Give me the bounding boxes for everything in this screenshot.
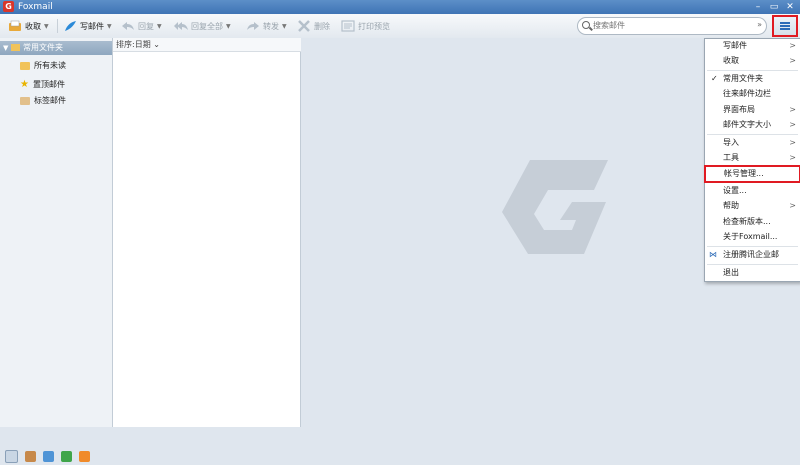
checkmark-icon: ✓ [711, 74, 718, 83]
reply-button[interactable]: 回复 ▼ [121, 18, 162, 34]
sidebar-item-unread[interactable]: 所有未读 [20, 59, 66, 73]
menu-item-font-size[interactable]: 邮件文字大小 > [705, 118, 800, 132]
main-menu-dropdown: 写邮件 > 收取 > ✓ 常用文件夹 往来邮件边栏 界面布局 > 邮件文字大小 … [704, 38, 800, 282]
forward-arrow-icon [246, 20, 260, 32]
mail-list-pane: 排序:日期 ⌄ [113, 38, 303, 427]
compose-button[interactable]: 写邮件 ▼ [63, 18, 112, 34]
menu-list-icon [780, 22, 790, 30]
foxmail-logo-icon: G [3, 1, 14, 12]
calendar-icon[interactable] [43, 450, 54, 462]
menu-divider [707, 70, 798, 71]
sidebar-bottom-bar [0, 447, 117, 465]
star-icon: ★ [20, 79, 29, 90]
tag-folder-icon [20, 97, 30, 105]
chevron-down-icon[interactable]: ▼ [282, 23, 287, 30]
reply-label: 回复 [138, 21, 154, 31]
menu-item-compose[interactable]: 写邮件 > [705, 39, 800, 53]
search-box[interactable]: » [577, 17, 767, 35]
menu-item-common-folders[interactable]: ✓ 常用文件夹 [705, 72, 800, 86]
chevron-right-icon: > [789, 41, 796, 50]
menu-item-about[interactable]: 关于Foxmail... [705, 230, 800, 244]
chevron-right-icon: > [789, 120, 796, 129]
sidebar-item-label: 置顶邮件 [32, 80, 65, 89]
menu-item-import[interactable]: 导入 > [705, 136, 800, 150]
feather-pen-icon [63, 20, 77, 32]
folder-sidebar: ▼ 常用文件夹 所有未读 ★ 置顶邮件 标签邮件 [0, 38, 113, 463]
receive-button[interactable]: 收取 ▼ [8, 18, 49, 34]
notes-icon[interactable] [61, 450, 72, 462]
reply-all-label: 回复全部 [191, 21, 223, 31]
search-icon [582, 21, 590, 29]
menu-item-register-enterprise[interactable]: ⋈ 注册腾讯企业邮 [705, 248, 800, 262]
forward-label: 转发 [263, 21, 279, 31]
delete-x-icon [297, 20, 311, 32]
reply-all-arrow-icon [174, 20, 188, 32]
sort-label: 排序:日期 [116, 40, 151, 49]
menu-item-account-management[interactable]: 帐号管理... [704, 165, 800, 183]
chevron-down-icon[interactable]: ▼ [44, 23, 49, 30]
chevron-down-icon[interactable]: ▼ [226, 23, 231, 30]
chevron-right-icon: > [789, 56, 796, 65]
menu-divider [707, 264, 798, 265]
inbox-tray-icon [8, 20, 22, 32]
maximize-icon[interactable]: ▭ [768, 1, 780, 13]
menu-item-help[interactable]: 帮助 > [705, 199, 800, 213]
contacts-icon[interactable] [25, 450, 36, 462]
tencent-logo-icon: ⋈ [709, 250, 717, 259]
compose-label: 写邮件 [80, 21, 104, 31]
delete-label: 删除 [314, 21, 330, 31]
folder-icon [11, 44, 20, 51]
receive-label: 收取 [25, 21, 41, 31]
print-preview-icon [341, 20, 355, 32]
sidebar-item-pinned[interactable]: ★ 置顶邮件 [20, 78, 65, 92]
sort-selector[interactable]: 排序:日期 ⌄ [113, 38, 303, 52]
chevron-right-icon: > [789, 105, 796, 114]
chevron-down-icon: ⌄ [153, 40, 160, 49]
sidebar-item-tagged[interactable]: 标签邮件 [20, 94, 66, 108]
chevron-down-icon[interactable]: ▼ [107, 23, 112, 30]
menu-item-layout[interactable]: 界面布局 > [705, 103, 800, 117]
search-input[interactable] [593, 19, 743, 31]
delete-button[interactable]: 删除 [297, 18, 330, 34]
menu-divider [707, 246, 798, 247]
print-preview-label: 打印预览 [358, 21, 390, 31]
toolbar-divider [57, 19, 58, 33]
menu-item-receive[interactable]: 收取 > [705, 54, 800, 68]
window-title: Foxmail [18, 2, 53, 12]
folder-group-header[interactable]: ▼ 常用文件夹 [0, 41, 112, 55]
menu-item-check-update[interactable]: 检查新版本... [705, 215, 800, 229]
minimize-icon[interactable]: – [752, 1, 764, 13]
mail-icon[interactable] [5, 449, 18, 463]
chevron-right-icon: > [789, 201, 796, 210]
folder-icon [20, 62, 30, 70]
folder-group-label: 常用文件夹 [23, 43, 63, 52]
menu-item-tools[interactable]: 工具 > [705, 151, 800, 165]
rss-icon[interactable] [79, 450, 90, 462]
chevron-right-icon: > [789, 138, 796, 147]
menu-divider [707, 134, 798, 135]
sidebar-item-label: 所有未读 [34, 61, 66, 70]
print-preview-button[interactable]: 打印预览 [341, 18, 390, 34]
foxmail-watermark-icon [502, 160, 608, 254]
menu-item-contact-sidebar[interactable]: 往来邮件边栏 [705, 87, 800, 101]
chevron-down-icon[interactable]: ▼ [157, 23, 162, 30]
main-menu-button[interactable] [772, 15, 798, 37]
menu-item-exit[interactable]: 退出 [705, 266, 800, 280]
chevron-double-down-icon[interactable]: » [757, 20, 762, 29]
forward-button[interactable]: 转发 ▼ [246, 18, 287, 34]
menu-item-settings[interactable]: 设置... [705, 184, 800, 198]
sidebar-item-label: 标签邮件 [34, 96, 66, 105]
reply-all-button[interactable]: 回复全部 ▼ [174, 18, 231, 34]
expand-triangle-icon[interactable]: ▼ [3, 41, 8, 55]
title-bar: G Foxmail – ▭ ✕ [0, 0, 800, 14]
chevron-right-icon: > [789, 153, 796, 162]
close-icon[interactable]: ✕ [784, 1, 796, 13]
reply-arrow-icon [121, 20, 135, 32]
